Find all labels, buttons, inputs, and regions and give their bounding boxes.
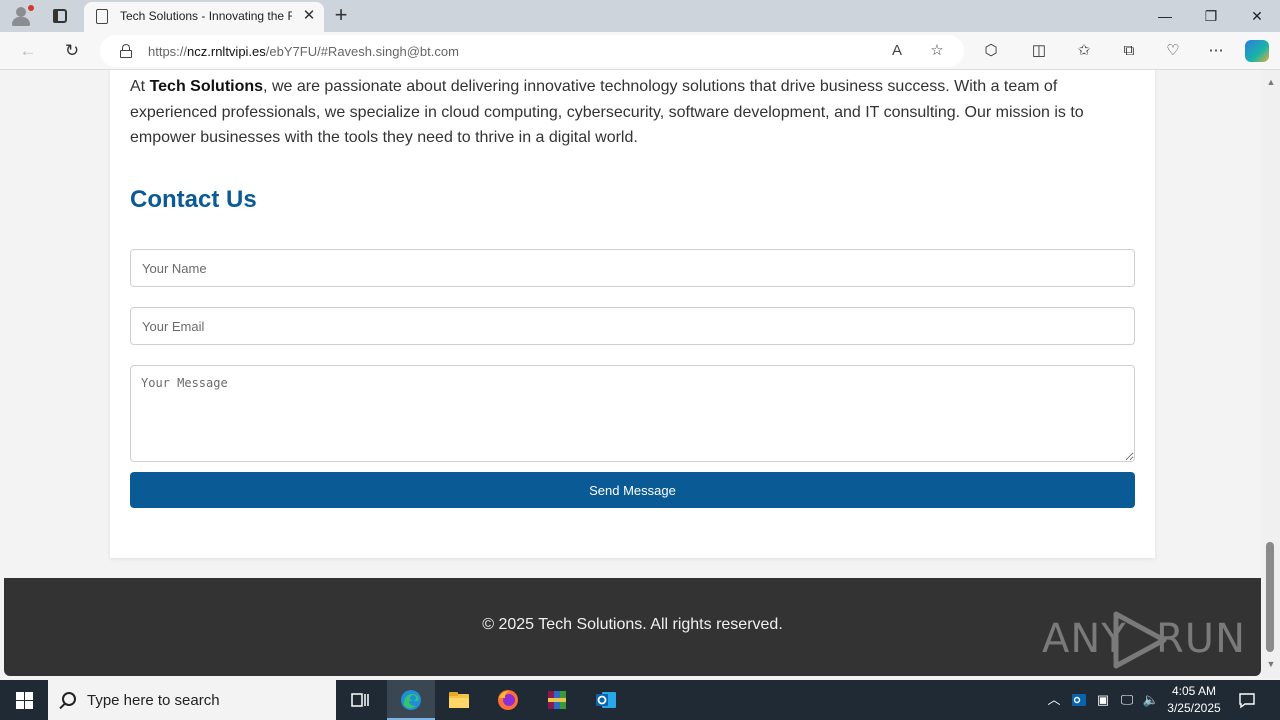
read-aloud-icon[interactable]: A	[886, 40, 908, 62]
outlook-tray-icon[interactable]	[1070, 690, 1088, 710]
close-window-icon[interactable]: ✕	[1234, 0, 1280, 32]
winrar-icon[interactable]	[533, 680, 581, 720]
file-explorer-icon[interactable]	[435, 680, 483, 720]
volume-icon[interactable]: 🔈	[1141, 690, 1161, 710]
about-paragraph: At Tech Solutions, we are passionate abo…	[130, 78, 1084, 146]
device-tray-icon[interactable]: ▣	[1094, 690, 1112, 710]
taskbar-search-box[interactable]: Type here to search	[48, 680, 336, 720]
system-clock[interactable]: 4:05 AM 3/25/2025	[1160, 683, 1228, 717]
page-footer: © 2025 Tech Solutions. All rights reserv…	[4, 578, 1261, 676]
page-icon	[96, 9, 108, 24]
back-icon[interactable]: ←	[15, 38, 41, 64]
scroll-up-icon[interactable]: ▲	[1265, 76, 1277, 88]
send-message-button[interactable]: Send Message	[130, 472, 1135, 508]
address-bar[interactable]: https://ncz.rnltvipi.es/ebY7FU/#Ravesh.s…	[100, 35, 964, 67]
notifications-icon[interactable]	[1236, 690, 1258, 710]
windows-logo-icon	[16, 692, 33, 709]
contact-heading: Contact Us	[130, 186, 257, 213]
message-textarea[interactable]	[130, 365, 1135, 462]
profile-avatar-icon[interactable]	[8, 4, 34, 28]
minimize-icon[interactable]: —	[1142, 0, 1188, 32]
content-card: At Tech Solutions, we are passionate abo…	[110, 70, 1155, 558]
restore-icon[interactable]: ❐	[1188, 0, 1234, 32]
show-hidden-icons-chevron-icon[interactable]: ︿	[1046, 690, 1062, 710]
browser-essentials-icon[interactable]: ♡	[1161, 39, 1185, 63]
favorites-icon[interactable]: ✩	[1072, 39, 1096, 63]
network-icon[interactable]: 🖵	[1117, 690, 1137, 710]
vertical-scrollbar[interactable]: ▲ ▼	[1262, 70, 1280, 678]
start-button[interactable]	[0, 680, 48, 720]
search-placeholder: Type here to search	[87, 692, 220, 709]
copilot-icon[interactable]	[1245, 40, 1269, 62]
tab-title: Tech Solutions - Innovating the F	[120, 9, 292, 23]
new-tab-icon[interactable]: +	[330, 4, 352, 28]
navigation-bar: ← ↻ https://ncz.rnltvipi.es/ebY7FU/#Rave…	[0, 32, 1280, 70]
scrollbar-thumb[interactable]	[1266, 542, 1274, 652]
favorite-star-icon[interactable]: ☆	[926, 40, 948, 62]
browser-tab-active[interactable]: Tech Solutions - Innovating the F ✕	[84, 2, 324, 32]
task-view-icon[interactable]	[336, 680, 384, 720]
firefox-icon[interactable]	[484, 680, 532, 720]
clock-date: 3/25/2025	[1167, 701, 1221, 715]
refresh-icon[interactable]: ↻	[59, 38, 85, 64]
more-options-icon[interactable]: ⋯	[1204, 39, 1228, 63]
anyrun-watermark: ANY RUN	[1038, 608, 1245, 672]
email-input[interactable]	[130, 307, 1135, 345]
scroll-down-icon[interactable]: ▼	[1265, 658, 1277, 670]
clock-time: 4:05 AM	[1171, 684, 1217, 698]
outlook-icon[interactable]	[582, 680, 630, 720]
url-text[interactable]: https://ncz.rnltvipi.es/ebY7FU/#Ravesh.s…	[148, 44, 459, 59]
windows-taskbar: Type here to search ︿ ▣ 🖵 🔈 4:05 AM 3/25…	[0, 680, 1280, 720]
split-screen-icon[interactable]: ◫	[1027, 39, 1051, 63]
collections-icon[interactable]: ⧉	[1117, 39, 1141, 63]
lock-icon[interactable]	[120, 44, 132, 58]
edge-taskbar-icon[interactable]	[387, 680, 435, 720]
close-tab-icon[interactable]: ✕	[300, 6, 318, 26]
page-viewport: At Tech Solutions, we are passionate abo…	[0, 70, 1262, 678]
tab-actions-icon[interactable]	[50, 6, 70, 26]
extensions-icon[interactable]: ⬡	[979, 39, 1003, 63]
name-input[interactable]	[130, 249, 1135, 287]
browser-title-bar: Tech Solutions - Innovating the F ✕ + — …	[0, 0, 1280, 32]
brand-name: Tech Solutions	[149, 78, 264, 95]
